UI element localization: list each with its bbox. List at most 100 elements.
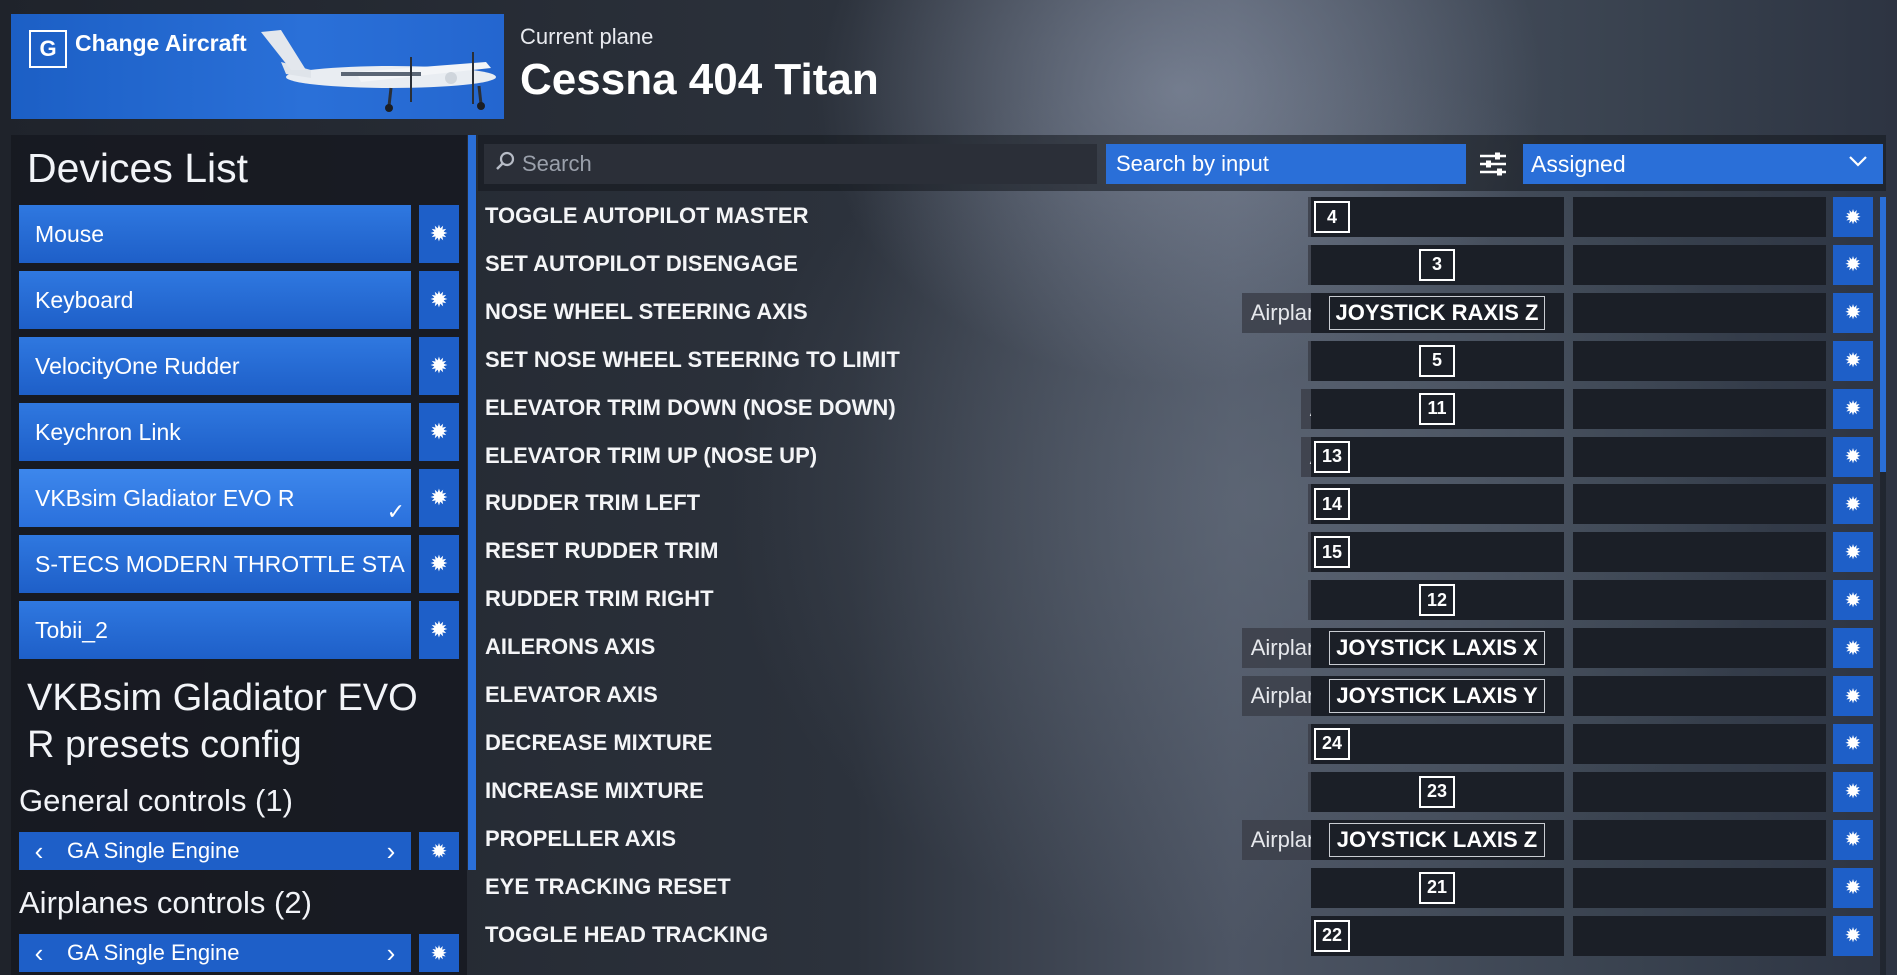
binding-gear-icon[interactable]: ✹: [1833, 244, 1873, 285]
binding-gear-icon[interactable]: ✹: [1833, 197, 1873, 237]
device-item[interactable]: Keyboard: [19, 271, 411, 329]
secondary-input-slot[interactable]: [1573, 244, 1826, 285]
binding-row[interactable]: RESET RUDDER TRIMAirplanesDigital15✹: [478, 530, 1886, 574]
search-by-input-button[interactable]: Search by input: [1106, 144, 1466, 184]
device-gear-icon[interactable]: ✹: [419, 469, 459, 527]
binding-gear-icon[interactable]: ✹: [1833, 436, 1873, 477]
device-gear-icon[interactable]: ✹: [419, 535, 459, 593]
primary-input-slot[interactable]: 24: [1311, 723, 1564, 764]
binding-row[interactable]: RUDDER TRIM RIGHTAirplanesDigital12✹: [478, 578, 1886, 622]
device-item[interactable]: VKBsim Gladiator EVO R ✓: [19, 469, 411, 527]
primary-input-slot[interactable]: JOYSTICK RAXIS Z: [1311, 292, 1564, 333]
binding-gear-icon[interactable]: ✹: [1833, 867, 1873, 908]
checkmark-icon: ✓: [386, 499, 405, 524]
button-input-label: 15: [1314, 536, 1350, 569]
primary-input-slot[interactable]: JOYSTICK LAXIS X: [1311, 628, 1564, 669]
binding-gear-icon[interactable]: ✹: [1833, 819, 1873, 860]
primary-input-slot[interactable]: 14: [1311, 484, 1564, 525]
secondary-input-slot[interactable]: [1573, 819, 1826, 860]
binding-gear-icon[interactable]: ✹: [1833, 532, 1873, 573]
binding-gear-icon[interactable]: ✹: [1833, 628, 1873, 669]
primary-input-slot[interactable]: 13: [1311, 436, 1564, 477]
binding-row[interactable]: NOSE WHEEL STEERING AXISAirplanesAxisJOY…: [478, 291, 1886, 335]
secondary-input-slot[interactable]: [1573, 628, 1826, 669]
primary-input-slot[interactable]: 4: [1311, 197, 1564, 237]
binding-gear-icon[interactable]: ✹: [1833, 388, 1873, 429]
primary-input-slot[interactable]: 11: [1311, 388, 1564, 429]
device-item[interactable]: S-TECS MODERN THROTTLE STA: [19, 535, 411, 593]
primary-input-slot[interactable]: 12: [1311, 580, 1564, 621]
primary-input-slot[interactable]: JOYSTICK LAXIS Y: [1311, 676, 1564, 716]
general-preset-selector[interactable]: ‹ GA Single Engine ›: [19, 832, 411, 870]
binding-row[interactable]: ELEVATOR TRIM UP (NOSE UP)AirplanesAnalo…: [478, 435, 1886, 479]
button-input-label: 5: [1419, 344, 1455, 377]
binding-name: DECREASE MIXTURE: [485, 729, 713, 755]
binding-row[interactable]: ELEVATOR TRIM DOWN (NOSE DOWN)AirplanesA…: [478, 387, 1886, 431]
binding-gear-icon[interactable]: ✹: [1833, 915, 1873, 956]
secondary-input-slot[interactable]: [1573, 340, 1826, 381]
secondary-input-slot[interactable]: [1573, 580, 1826, 621]
primary-input-slot[interactable]: 22: [1311, 915, 1564, 956]
binding-gear-icon[interactable]: ✹: [1833, 484, 1873, 525]
primary-input-slot[interactable]: 21: [1311, 867, 1564, 908]
change-aircraft-button[interactable]: G Change Aircraft: [11, 14, 504, 119]
secondary-input-slot[interactable]: [1573, 484, 1826, 525]
binding-name: TOGGLE HEAD TRACKING: [485, 921, 769, 947]
binding-gear-icon[interactable]: ✹: [1833, 580, 1873, 621]
binding-row[interactable]: PROPELLER AXISAirplanesAxisJOYSTICK LAXI…: [478, 818, 1886, 862]
binding-row[interactable]: DECREASE MIXTUREAirplanesDigital24✹: [478, 722, 1886, 766]
device-gear-icon[interactable]: ✹: [419, 403, 459, 461]
secondary-input-slot[interactable]: [1573, 915, 1826, 956]
binding-row[interactable]: ELEVATOR AXISAirplanesAxisJOYSTICK LAXIS…: [478, 674, 1886, 718]
binding-row[interactable]: TOGGLE AUTOPILOT MASTERAirplanesDigital4…: [478, 195, 1886, 239]
device-gear-icon[interactable]: ✹: [419, 337, 459, 395]
chevron-left-icon[interactable]: ‹: [19, 938, 59, 969]
scrollbar-thumb[interactable]: [1880, 197, 1886, 472]
search-field[interactable]: [484, 144, 1097, 184]
binding-gear-icon[interactable]: ✹: [1833, 771, 1873, 812]
secondary-input-slot[interactable]: [1573, 388, 1826, 429]
binding-row[interactable]: RUDDER TRIM LEFTAirplanesDigital14✹: [478, 482, 1886, 526]
secondary-input-slot[interactable]: [1573, 436, 1826, 477]
binding-name: RESET RUDDER TRIM: [485, 538, 719, 564]
binding-row[interactable]: SET NOSE WHEEL STEERING TO LIMITAirplane…: [478, 339, 1886, 383]
primary-input-slot[interactable]: 5: [1311, 340, 1564, 381]
general-preset-gear-icon[interactable]: ✹: [419, 832, 459, 870]
secondary-input-slot[interactable]: [1573, 723, 1826, 764]
primary-input-slot[interactable]: JOYSTICK LAXIS Z: [1311, 819, 1564, 860]
binding-gear-icon[interactable]: ✹: [1833, 676, 1873, 716]
chevron-right-icon[interactable]: ›: [371, 836, 411, 867]
secondary-input-slot[interactable]: [1573, 292, 1826, 333]
secondary-input-slot[interactable]: [1573, 532, 1826, 573]
airplanes-preset-gear-icon[interactable]: ✹: [419, 934, 459, 972]
primary-input-slot[interactable]: 23: [1311, 771, 1564, 812]
binding-name: AILERONS AXIS: [485, 634, 656, 660]
binding-row[interactable]: AILERONS AXISAirplanesAxisJOYSTICK LAXIS…: [478, 626, 1886, 670]
search-input[interactable]: [522, 151, 1082, 177]
secondary-input-slot[interactable]: [1573, 676, 1826, 716]
filter-settings-icon[interactable]: [1476, 147, 1510, 181]
binding-gear-icon[interactable]: ✹: [1833, 723, 1873, 764]
primary-input-slot[interactable]: 3: [1311, 244, 1564, 285]
device-item[interactable]: Keychron Link: [19, 403, 411, 461]
secondary-input-slot[interactable]: [1573, 867, 1826, 908]
binding-row[interactable]: TOGGLE HEAD TRACKINGGeneralDigital22✹: [478, 914, 1886, 958]
device-item[interactable]: VelocityOne Rudder: [19, 337, 411, 395]
binding-row[interactable]: INCREASE MIXTUREAirplanesDigital23✹: [478, 770, 1886, 814]
primary-input-slot[interactable]: 15: [1311, 532, 1564, 573]
assigned-filter-dropdown[interactable]: Assigned: [1523, 144, 1883, 184]
binding-row[interactable]: SET AUTOPILOT DISENGAGEAirplanesDigital3…: [478, 243, 1886, 287]
secondary-input-slot[interactable]: [1573, 197, 1826, 237]
device-item[interactable]: Mouse: [19, 205, 411, 263]
chevron-right-icon[interactable]: ›: [371, 938, 411, 969]
airplanes-preset-selector[interactable]: ‹ GA Single Engine ›: [19, 934, 411, 972]
binding-row[interactable]: EYE TRACKING RESETGeneralDigital21✹: [478, 866, 1886, 910]
device-gear-icon[interactable]: ✹: [419, 271, 459, 329]
secondary-input-slot[interactable]: [1573, 771, 1826, 812]
device-gear-icon[interactable]: ✹: [419, 601, 459, 659]
device-item[interactable]: Tobii_2: [19, 601, 411, 659]
device-gear-icon[interactable]: ✹: [419, 205, 459, 263]
binding-gear-icon[interactable]: ✹: [1833, 340, 1873, 381]
binding-gear-icon[interactable]: ✹: [1833, 292, 1873, 333]
chevron-left-icon[interactable]: ‹: [19, 836, 59, 867]
